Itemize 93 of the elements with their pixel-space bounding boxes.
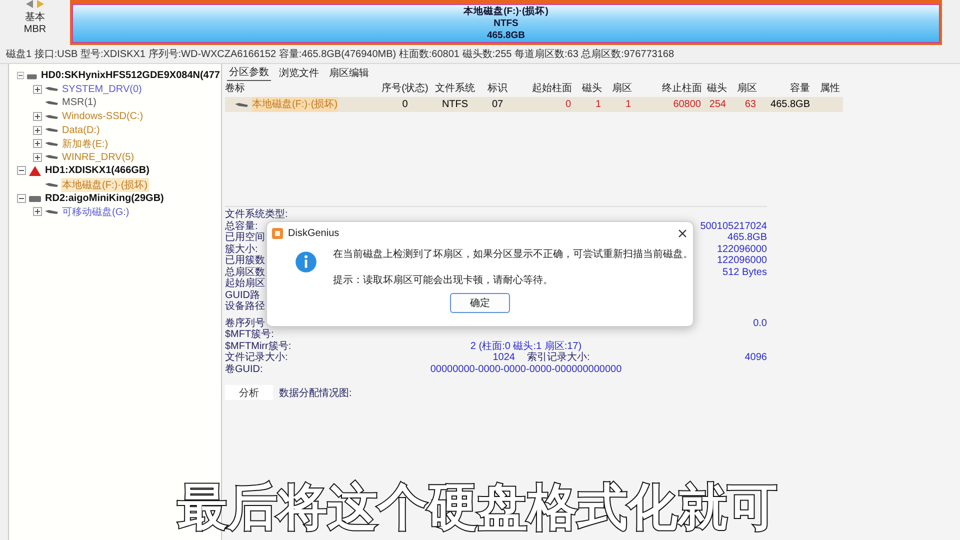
ok-button[interactable]: 确定 (450, 293, 510, 313)
field-label: GUID路 (225, 290, 260, 301)
partition-size: 465.8GB (486, 30, 526, 42)
partition-icon (235, 102, 248, 108)
table-cell-text: 63 (744, 98, 757, 112)
table-cell-text: 0 (564, 98, 572, 112)
field-value: 4096 (744, 352, 767, 364)
expand-icon[interactable] (33, 112, 42, 122)
column-header[interactable]: 属性 (813, 81, 843, 97)
disk-tree-item[interactable]: HD1:XDISKX1(466GB) (44, 165, 150, 176)
field-value: 465.8GB (728, 232, 767, 244)
column-header[interactable]: 序号(状态) (380, 81, 430, 97)
field-value: 1024 (492, 352, 515, 364)
field-value: 500105217024 (700, 220, 767, 232)
field-value: 2 (柱面:0 磁头:1 扇区:17) (470, 340, 582, 352)
field-label: 已用簇数 (225, 255, 265, 266)
partition-tree-item[interactable]: MSR(1) (61, 97, 98, 108)
tab[interactable]: 分区参数 (227, 64, 271, 81)
close-icon[interactable] (678, 228, 687, 238)
collapse-icon[interactable] (17, 71, 24, 80)
field-value: 00000000-0000-0000-0000-000000000000 (430, 364, 622, 375)
column-header[interactable]: 扇区 (730, 81, 760, 97)
partition-icon (45, 154, 58, 160)
disk-info-text: 磁盘1 接口:USB 型号:XDISKX1 序列号:WD-WXCZA6166152 容量:465.8GB(476940MB) 柱面数:60801 磁头数:255 每道扇区数:63 总扇区数:976773168 (6, 48, 674, 61)
field-label: 总容量: (225, 220, 258, 232)
field-label: 起始扇区 (225, 278, 265, 290)
collapse-icon[interactable] (17, 166, 26, 176)
field-label: $MFT簇号: (225, 329, 274, 340)
field-label: 卷序列号 (225, 318, 265, 329)
field-value: 512 Bytes (722, 266, 767, 278)
table-cell: 本地磁盘(F:)·(损坏) (252, 97, 338, 112)
chart-label: 数据分配情况图: (279, 386, 352, 400)
disk-style-label: 基本 (25, 10, 45, 24)
partition-filesystem: NTFS (494, 18, 518, 30)
field-label: 文件记录大小: (225, 352, 288, 364)
dialog-message: 提示：读取坏扇区可能会出现卡顿，请耐心等待。 (333, 274, 554, 287)
column-header[interactable]: 容量 (760, 81, 813, 97)
field-label: 已用空间 (225, 232, 265, 244)
subtitle-caption: 最后将这个硬盘格式化就可 (178, 478, 778, 536)
arrow-left-icon[interactable] (26, 0, 33, 8)
tab[interactable]: 扇区编辑 (327, 64, 371, 80)
partition-icon (45, 127, 58, 134)
partition-tree-item[interactable]: SYSTEM_DRV(0) (61, 84, 143, 95)
table-cell-text: 1 (624, 98, 632, 112)
table-cell-text: 254 (708, 98, 727, 112)
field-label: 文件系统类型: (225, 209, 288, 220)
table-cell-text: NTFS (440, 98, 470, 112)
table-cell-text: 60800 (672, 98, 702, 112)
partition-icon (45, 114, 58, 120)
column-header[interactable]: 扇区 (605, 81, 635, 97)
table-cell-text: 1 (594, 98, 602, 112)
dialog-message: 在当前磁盘上检测到了坏扇区，如果分区显示不正确，可尝试重新扫描当前磁盘。 (333, 248, 693, 261)
partition-block[interactable]: 本地磁盘(F:)·(损坏) NTFS 465.8GB (72, 4, 940, 43)
field-value: 0.0 (753, 318, 767, 329)
column-header[interactable]: 磁头 (575, 81, 605, 97)
field-label: 卷GUID: (225, 364, 263, 375)
partition-icon (45, 208, 58, 215)
partition-icon (45, 182, 58, 188)
column-header[interactable]: 文件系统 (430, 81, 480, 97)
table-cell-text: 0 (401, 98, 409, 112)
field-value: 122096000 (716, 244, 767, 255)
field-label: 索引记录大小: (527, 352, 590, 364)
table-cell-text: 07 (490, 98, 504, 112)
partition-icon (45, 86, 58, 92)
dialog-title: DiskGenius (288, 228, 340, 238)
column-header[interactable]: 标识 (480, 81, 515, 97)
field-value: 122096000 (716, 255, 767, 266)
column-header[interactable]: 终止柱面 (635, 81, 705, 97)
column-header[interactable]: 起始柱面 (515, 81, 575, 97)
table-cell-text: 465.8GB (770, 98, 811, 112)
partition-label: 本地磁盘(F:)·(损坏) (464, 6, 548, 18)
disk-tree-item[interactable]: RD2:aigoMiniKing(29GB) (44, 192, 165, 204)
tab[interactable]: 浏览文件 (277, 64, 321, 80)
partition-tree-item[interactable]: 可移动磁盘(G:) (61, 204, 130, 219)
expand-icon[interactable] (33, 84, 42, 94)
partition-icon (45, 140, 58, 147)
analyze-button[interactable]: 分析 (225, 385, 273, 400)
table-row[interactable]: 本地磁盘(F:)·(损坏) 0 NTFS 07 0 1 1 60800 254 63 465.8GB (225, 97, 843, 112)
field-label: 簇大小: (225, 244, 258, 255)
expand-icon[interactable] (33, 207, 42, 216)
expand-icon[interactable] (33, 152, 42, 162)
partition-scheme-label: MBR (24, 24, 46, 35)
partition-icon (45, 100, 58, 106)
field-label: $MFTMirr簇号: (225, 340, 292, 352)
field-label: 总扇区数 (225, 266, 265, 278)
collapse-icon[interactable] (17, 194, 26, 203)
disk-tree-item[interactable]: HD0:SKHynixHFS512GDE9X084N(477 (40, 70, 221, 82)
expand-icon[interactable] (33, 126, 42, 135)
app-logo-icon (272, 228, 283, 238)
expand-icon[interactable] (33, 139, 42, 148)
column-header[interactable]: 磁头 (705, 81, 730, 97)
column-header[interactable]: 卷标 (225, 81, 380, 97)
field-label: 设备路径 (225, 301, 265, 312)
